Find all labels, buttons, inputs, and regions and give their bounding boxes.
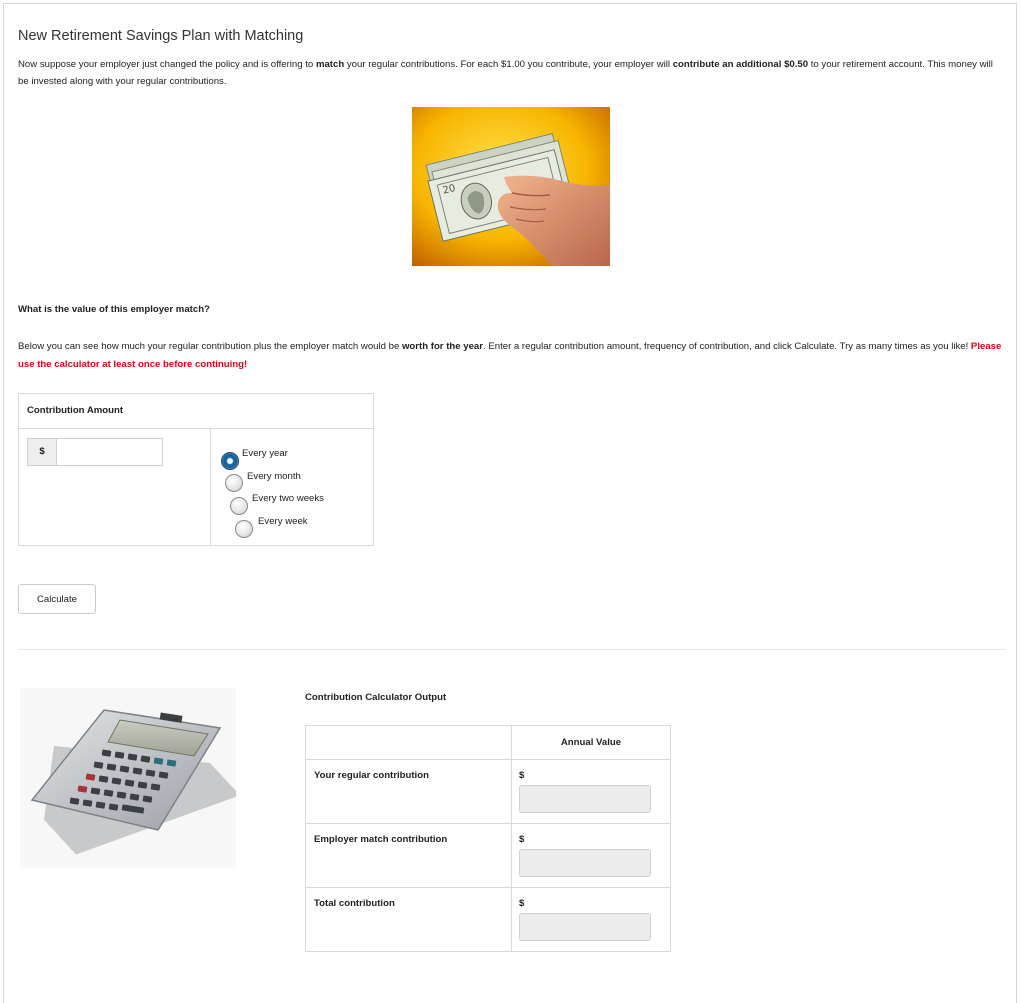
intro-paragraph: Now suppose your employer just changed t… (18, 56, 1003, 90)
currency-symbol: $ (519, 770, 525, 781)
hand-holding-cash-icon: 20 20 (412, 107, 610, 266)
radio-every-month[interactable] (225, 474, 243, 492)
row-value-cell: $ (511, 759, 671, 824)
panel-divider (210, 429, 211, 545)
section-divider (18, 649, 1006, 650)
total-contribution-output (519, 913, 651, 941)
table-row: Total contribution $ (305, 887, 671, 952)
calculate-button[interactable]: Calculate (18, 584, 96, 614)
radio-label-every-month: Every month (247, 471, 301, 482)
row-label: Your regular contribution (305, 759, 512, 824)
output-header-empty (305, 725, 512, 760)
radio-every-week[interactable] (235, 520, 253, 538)
table-row: Your regular contribution $ (305, 759, 671, 824)
intro-text: Now suppose your employer just changed t… (18, 59, 316, 70)
annual-value-header: Annual Value (511, 725, 671, 760)
contribution-heading: Contribution Amount (19, 394, 373, 429)
instructions-paragraph: Below you can see how much your regular … (18, 338, 1008, 374)
radio-every-two-weeks[interactable] (230, 497, 248, 515)
contribution-amount-input[interactable] (57, 438, 163, 466)
intro-text: your regular contributions. For each $1.… (344, 59, 673, 70)
row-value-cell: $ (511, 887, 671, 952)
intro-emphasis-match: match (315, 59, 345, 70)
page-container: New Retirement Savings Plan with Matchin… (3, 3, 1017, 1003)
currency-symbol: $ (519, 898, 525, 909)
regular-contribution-output (519, 785, 651, 813)
contribution-panel: Contribution Amount $ Every year Every m… (18, 393, 374, 546)
output-header-row: Annual Value (305, 725, 671, 760)
employer-match-output (519, 849, 651, 877)
question-heading: What is the value of this employer match… (18, 304, 210, 315)
instructions-text: Below you can see how much your regular … (18, 341, 402, 352)
radio-label-every-year: Every year (242, 448, 288, 459)
intro-emphasis-amount: contribute an additional $0.50 (672, 59, 809, 70)
page-title: New Retirement Savings Plan with Matchin… (18, 28, 304, 44)
output-title: Contribution Calculator Output (305, 692, 447, 703)
currency-addon: $ (27, 438, 57, 466)
row-label: Total contribution (305, 887, 512, 952)
radio-every-year[interactable] (221, 452, 239, 470)
currency-symbol: $ (519, 834, 525, 845)
calculator-icon (20, 688, 240, 868)
row-value-cell: $ (511, 823, 671, 888)
instructions-emphasis: worth for the year (401, 341, 483, 352)
table-row: Employer match contribution $ (305, 823, 671, 888)
output-table: Annual Value Your regular contribution $… (305, 725, 671, 952)
radio-label-every-two-weeks: Every two weeks (252, 493, 324, 504)
row-label: Employer match contribution (305, 823, 512, 888)
instructions-text: . Enter a regular contribution amount, f… (483, 341, 971, 352)
radio-label-every-week: Every week (258, 516, 308, 527)
